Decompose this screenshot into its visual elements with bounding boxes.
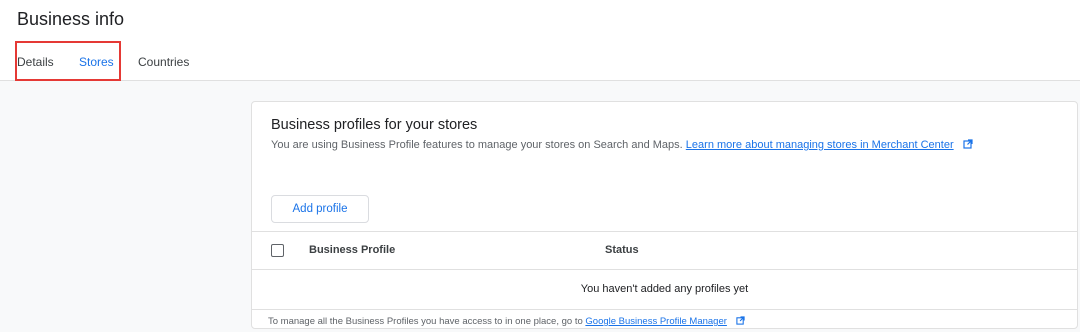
column-header-status[interactable]: Status <box>605 244 639 256</box>
add-profile-button[interactable]: Add profile <box>271 195 369 223</box>
page-title: Business info <box>17 9 125 29</box>
empty-state-message: You haven't added any profiles yet <box>580 283 749 295</box>
card-title: Business profiles for your stores <box>271 117 478 133</box>
footer-note: To manage all the Business Profiles you … <box>268 316 745 328</box>
table-header: Business Profile Status <box>252 231 1077 270</box>
tab-countries[interactable]: Countries <box>138 55 189 69</box>
select-all-checkbox[interactable] <box>271 244 284 257</box>
card-description: You are using Business Profile features … <box>271 139 973 152</box>
card-description-text: You are using Business Profile features … <box>271 139 683 151</box>
tab-stores[interactable]: Stores <box>79 55 114 69</box>
main-content: Business profiles for your stores You ar… <box>0 81 1080 332</box>
tab-details[interactable]: Details <box>17 55 54 69</box>
footer-note-text: To manage all the Business Profiles you … <box>268 316 583 327</box>
learn-more-link[interactable]: Learn more about managing stores in Merc… <box>686 139 954 151</box>
business-profiles-card: Business profiles for your stores You ar… <box>251 101 1078 329</box>
external-link-icon[interactable] <box>735 316 745 328</box>
column-header-business-profile[interactable]: Business Profile <box>309 244 395 256</box>
empty-state-row: You haven't added any profiles yet <box>252 270 1077 310</box>
external-link-icon[interactable] <box>963 139 973 152</box>
business-profile-manager-link[interactable]: Google Business Profile Manager <box>585 316 727 327</box>
page-header: Business info Details Stores Countries <box>0 0 1080 81</box>
